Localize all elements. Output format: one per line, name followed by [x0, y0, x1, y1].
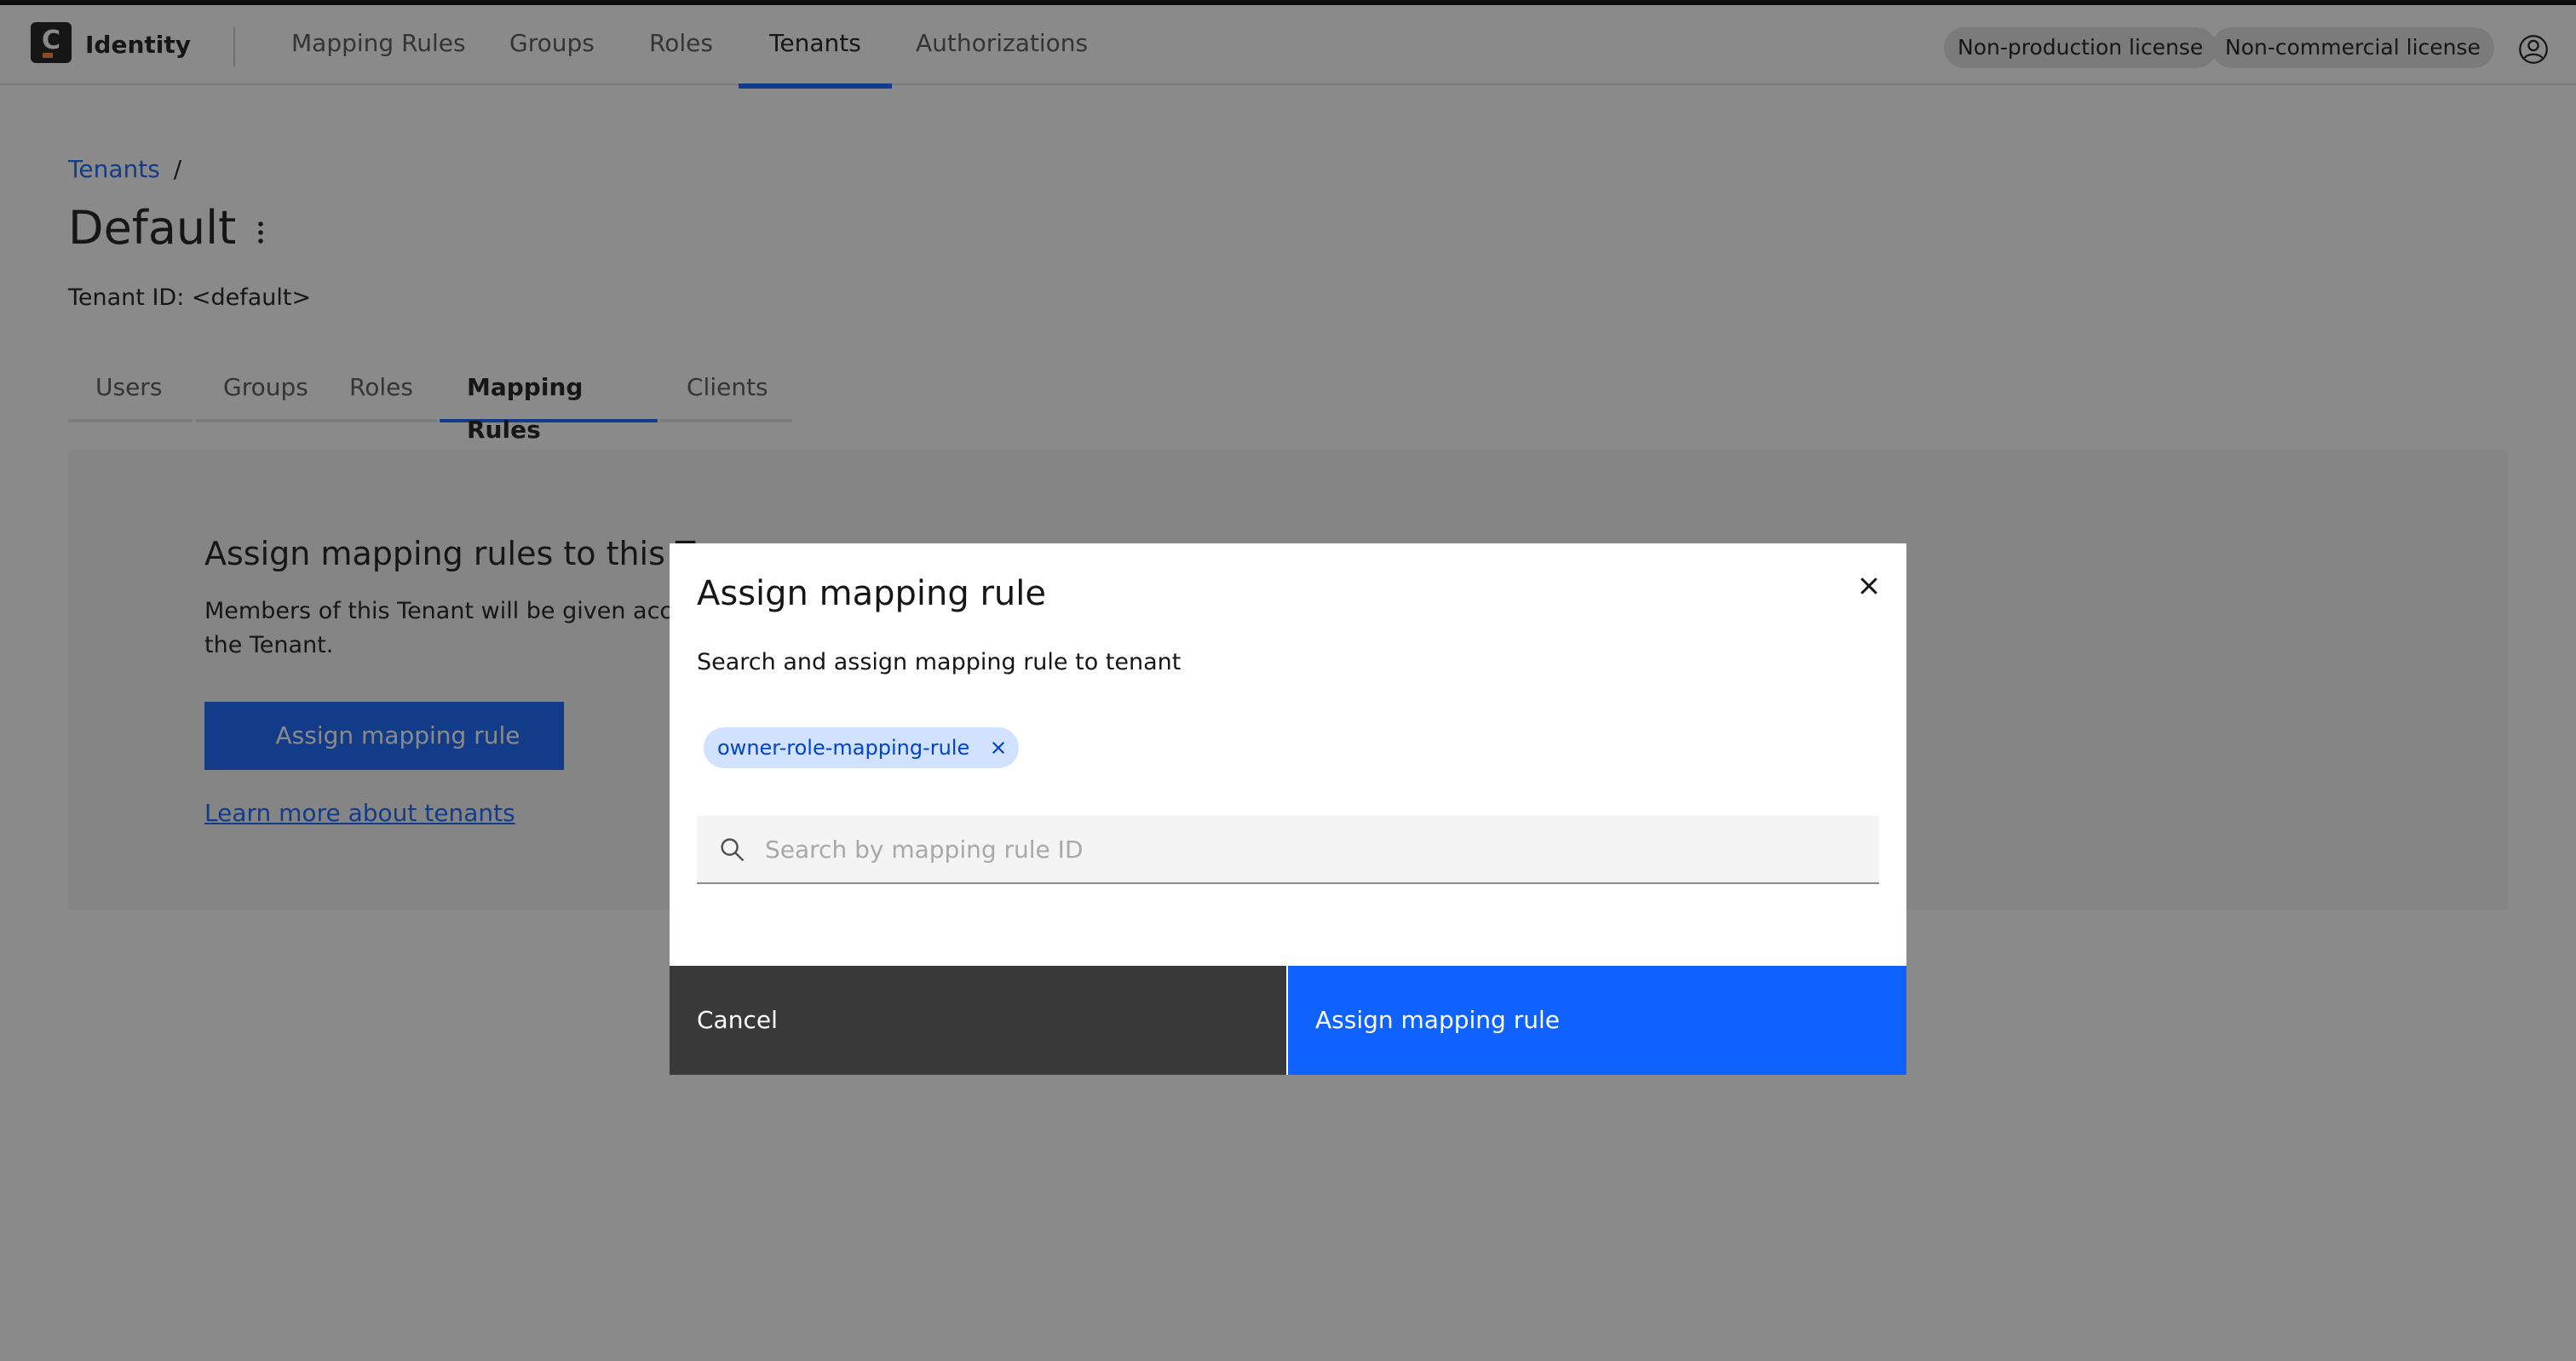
modal-subtitle: Search and assign mapping rule to tenant — [697, 649, 1182, 675]
submit-assign-button[interactable]: Assign mapping rule — [1288, 966, 1906, 1075]
search-icon — [721, 838, 745, 862]
tag-close-icon[interactable] — [990, 739, 1007, 756]
selected-mapping-rule-tag: owner-role-mapping-rule — [704, 727, 1020, 768]
app-root: C Identity Mapping Rules Groups Roles Te… — [0, 0, 2576, 1361]
search-input[interactable] — [765, 816, 1855, 882]
tag-label: owner-role-mapping-rule — [717, 736, 970, 760]
modal-title: Assign mapping rule — [697, 574, 1046, 613]
modal-footer: Cancel Assign mapping rule — [670, 966, 1906, 1075]
close-icon[interactable] — [1852, 569, 1886, 603]
search-field — [697, 816, 1879, 884]
assign-mapping-rule-modal: Assign mapping rule Search and assign ma… — [670, 543, 1906, 1075]
cancel-button[interactable]: Cancel — [670, 966, 1286, 1075]
